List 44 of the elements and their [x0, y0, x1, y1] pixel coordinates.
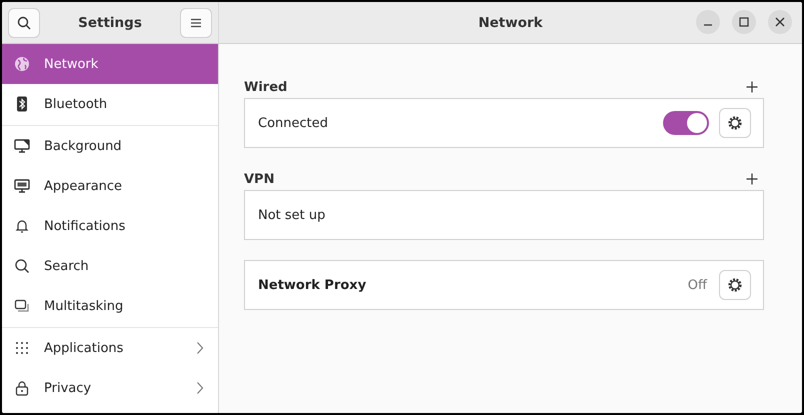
- sidebar-item[interactable]: Appearance: [2, 166, 218, 206]
- sidebar-item[interactable]: Bluetooth: [2, 84, 218, 124]
- search-icon: [17, 16, 31, 30]
- plus-icon: [746, 173, 758, 185]
- plus-icon: [746, 81, 758, 93]
- maximize-button[interactable]: [732, 10, 756, 34]
- minimize-icon: [704, 24, 712, 26]
- sidebar-item[interactable]: Multitasking: [2, 286, 218, 326]
- sidebar-item[interactable]: Background: [2, 126, 218, 166]
- window-title: Network: [478, 14, 543, 30]
- search-icon: [14, 258, 30, 274]
- menu-icon: [190, 18, 202, 28]
- toggle-switch[interactable]: [663, 111, 709, 135]
- globe-icon: [14, 56, 30, 72]
- menu-button[interactable]: [180, 8, 212, 38]
- close-button[interactable]: [768, 10, 792, 34]
- section-title: Wired: [244, 80, 288, 94]
- row-label: Network Proxy: [258, 278, 368, 292]
- monitor-icon: [14, 138, 30, 154]
- sidebar-item[interactable]: Notifications: [2, 206, 218, 246]
- bell-icon: [14, 218, 30, 234]
- row-label: Not set up: [258, 208, 326, 222]
- sidebar-item[interactable]: Network: [2, 44, 218, 84]
- lock-icon: [14, 380, 30, 396]
- sidebar-item[interactable]: Search: [2, 246, 218, 286]
- chevron-icon: [196, 381, 204, 395]
- settings-button[interactable]: [719, 108, 751, 138]
- sidebar-item[interactable]: Privacy: [2, 368, 218, 408]
- sidebar-item[interactable]: Applications: [2, 328, 218, 368]
- chevron-icon: [196, 341, 204, 355]
- windows-icon: [14, 298, 30, 314]
- bluetooth-icon: [14, 96, 30, 112]
- display-icon: [14, 178, 30, 194]
- row-label: Connected: [258, 116, 330, 130]
- gear-icon: [727, 277, 743, 293]
- sidebar-title: Settings: [78, 14, 142, 30]
- status-text: Off: [688, 278, 707, 292]
- gear-icon: [727, 115, 743, 131]
- search-button[interactable]: [8, 8, 40, 38]
- settings-button[interactable]: [719, 270, 751, 300]
- section-title: VPN: [244, 172, 274, 186]
- close-icon: [775, 17, 785, 27]
- maximize-icon: [739, 17, 749, 27]
- grid-icon: [14, 340, 30, 356]
